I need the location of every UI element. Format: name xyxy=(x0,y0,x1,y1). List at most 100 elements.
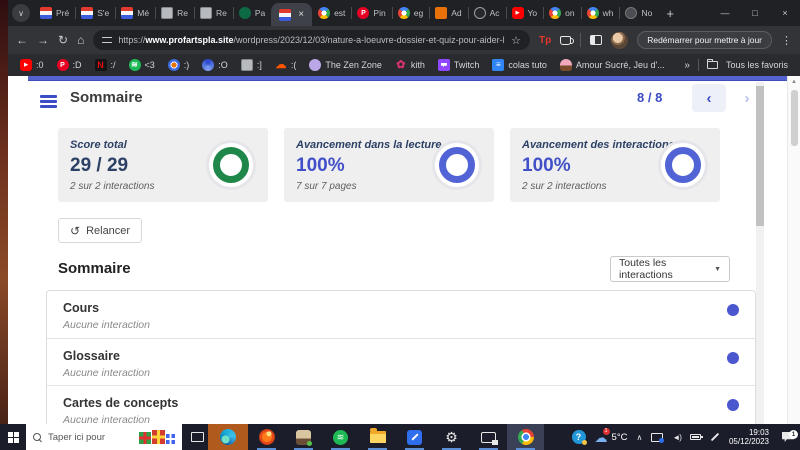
bookmark-item[interactable]: :O xyxy=(202,59,228,71)
tab-close-icon[interactable]: × xyxy=(298,9,304,20)
all-favorites-label[interactable]: Tous les favoris xyxy=(726,60,788,70)
chrome-icon xyxy=(518,429,534,445)
address-bar[interactable]: https://www.profartspla.site/wordpress/2… xyxy=(93,30,530,50)
tab-active[interactable]: × xyxy=(271,3,312,26)
tray-expand-chevron[interactable]: ∧ xyxy=(637,433,643,442)
bookmark-item[interactable]: colas tuto xyxy=(492,59,547,71)
desktop-wallpaper-strip xyxy=(0,0,8,424)
bookmark-item[interactable]: :D xyxy=(57,59,82,71)
windows-logo-icon xyxy=(8,432,19,443)
maximize-button[interactable]: □ xyxy=(740,8,770,18)
site-settings-icon[interactable] xyxy=(102,36,112,44)
browser-menu-icon[interactable]: ⋮ xyxy=(781,34,792,47)
tab[interactable]: eg xyxy=(392,0,429,26)
bookmark-star-icon[interactable]: ☆ xyxy=(511,34,521,47)
taskbar-app-edge[interactable] xyxy=(208,424,248,450)
refresh-icon[interactable]: ↻ xyxy=(58,33,68,47)
taskbar-app-firefox[interactable] xyxy=(248,424,285,450)
battery-icon[interactable] xyxy=(690,434,701,440)
tab-search-button[interactable]: ∨ xyxy=(12,4,30,22)
tab[interactable]: Re xyxy=(155,0,194,26)
embed-scrollbar[interactable] xyxy=(756,82,764,424)
tab-label: on xyxy=(565,8,574,18)
home-icon[interactable]: ⌂ xyxy=(77,33,84,47)
menu-hamburger-icon[interactable] xyxy=(40,95,57,108)
tab[interactable]: No xyxy=(619,0,658,26)
bookmark-item[interactable]: <3 xyxy=(129,59,155,71)
tab-label: Re xyxy=(177,8,188,18)
bookmark-item[interactable]: kith xyxy=(395,59,425,71)
tab[interactable]: on xyxy=(543,0,580,26)
youtube-icon xyxy=(20,59,32,71)
new-tab-button[interactable]: + xyxy=(666,6,674,21)
tab[interactable]: Ac xyxy=(468,0,506,26)
close-button[interactable]: × xyxy=(770,8,800,18)
tab[interactable]: Pa xyxy=(233,0,271,26)
tab[interactable]: Ad xyxy=(429,0,467,26)
spotify-icon xyxy=(129,59,141,71)
minimize-button[interactable]: — xyxy=(710,8,740,18)
tab[interactable]: Pré xyxy=(34,0,75,26)
weather-widget[interactable]: ☁1 5°C xyxy=(595,431,628,444)
help-icon[interactable]: ? xyxy=(572,430,586,444)
taskbar-app-spotify[interactable]: ≋ xyxy=(322,424,359,450)
task-view-button[interactable] xyxy=(186,424,208,450)
tab-label: wh xyxy=(603,8,614,18)
taskbar-search-box[interactable]: Taper ici pour xyxy=(26,424,182,450)
tab[interactable]: Re xyxy=(194,0,233,26)
rose-icon xyxy=(395,59,407,71)
relaunch-to-update-button[interactable]: Redémarrer pour mettre à jour xyxy=(637,31,772,49)
display-icon[interactable] xyxy=(651,433,663,442)
bookmark-item[interactable]: :) xyxy=(168,59,190,71)
taskbar-app-folder[interactable] xyxy=(359,424,396,450)
taskbar-app-settings[interactable]: ⚙ xyxy=(433,424,470,450)
bookmark-label: :0 xyxy=(36,60,44,70)
bookmark-item[interactable]: Amour Sucré, Jeu d'... xyxy=(560,59,665,71)
restart-button[interactable]: ↺ Relancer xyxy=(58,218,142,243)
start-button[interactable] xyxy=(0,424,26,450)
scrollbar-up-arrow[interactable]: ▲ xyxy=(788,76,800,85)
taskbar-app-person[interactable] xyxy=(285,424,322,450)
bookmark-item[interactable]: :0 xyxy=(20,59,44,71)
list-item[interactable]: CoursAucune interaction xyxy=(47,291,755,338)
profile-avatar[interactable] xyxy=(611,32,628,49)
progress-ring xyxy=(432,140,482,190)
taskbar-app-chat[interactable] xyxy=(470,424,507,450)
back-icon[interactable]: ← xyxy=(16,33,28,47)
list-item[interactable]: GlossaireAucune interaction xyxy=(47,338,755,385)
taskbar-app-blueapp[interactable] xyxy=(396,424,433,450)
bookmark-item[interactable]: Twitch xyxy=(438,59,480,71)
list-item[interactable]: Cartes de conceptsAucune interaction xyxy=(47,385,755,424)
page-scrollbar[interactable]: ▲ xyxy=(787,76,800,424)
tab[interactable]: Pin xyxy=(351,0,391,26)
progress-ring-circle xyxy=(213,147,249,183)
forward-icon[interactable]: → xyxy=(37,33,49,47)
tab[interactable]: est xyxy=(312,0,351,26)
extension-icon[interactable] xyxy=(560,36,571,45)
taskbar-app-chrome[interactable] xyxy=(507,424,544,450)
speaker-icon[interactable]: ◄) xyxy=(672,433,681,442)
tab[interactable]: S'e xyxy=(75,0,115,26)
teleparty-extension-icon[interactable]: Tp xyxy=(539,35,551,46)
bookmark-item[interactable]: :/ xyxy=(95,59,116,71)
page-scrollbar-thumb[interactable] xyxy=(791,90,798,146)
tab[interactable]: Yo xyxy=(506,0,544,26)
bookmarks-container: :0 :D :/ <3:) :O:] :( The Zen Zone kith Twitch co… xyxy=(20,59,671,71)
tab[interactable]: wh xyxy=(581,0,620,26)
bookmarks-overflow-chevron[interactable]: » xyxy=(684,60,690,71)
bookmark-item[interactable]: :] xyxy=(241,59,262,71)
summary-card: Avancement dans la lecture100%7 sur 7 pa… xyxy=(284,128,494,202)
bookmark-item[interactable]: The Zen Zone xyxy=(309,59,382,71)
sidebar-toggle-icon[interactable] xyxy=(590,35,602,45)
holiday-gifts-icon xyxy=(139,430,175,444)
embed-scrollbar-thumb[interactable] xyxy=(756,86,764,226)
tab[interactable]: Mé xyxy=(115,0,155,26)
clock[interactable]: 19:03 05/12/2023 xyxy=(729,428,769,446)
pen-icon[interactable] xyxy=(711,433,719,441)
bookmark-label: colas tuto xyxy=(508,60,547,70)
interactions-filter-dropdown[interactable]: Toutes les interactions ▼ xyxy=(610,256,730,282)
bookmark-item[interactable]: :( xyxy=(275,59,297,71)
previous-page-button[interactable]: ‹ xyxy=(692,84,726,112)
summary-cards: Score total29 / 292 sur 2 interactionsAv… xyxy=(58,128,720,202)
browser-toolbar: ← → ↻ ⌂ https://www.profartspla.site/wor… xyxy=(8,26,800,54)
